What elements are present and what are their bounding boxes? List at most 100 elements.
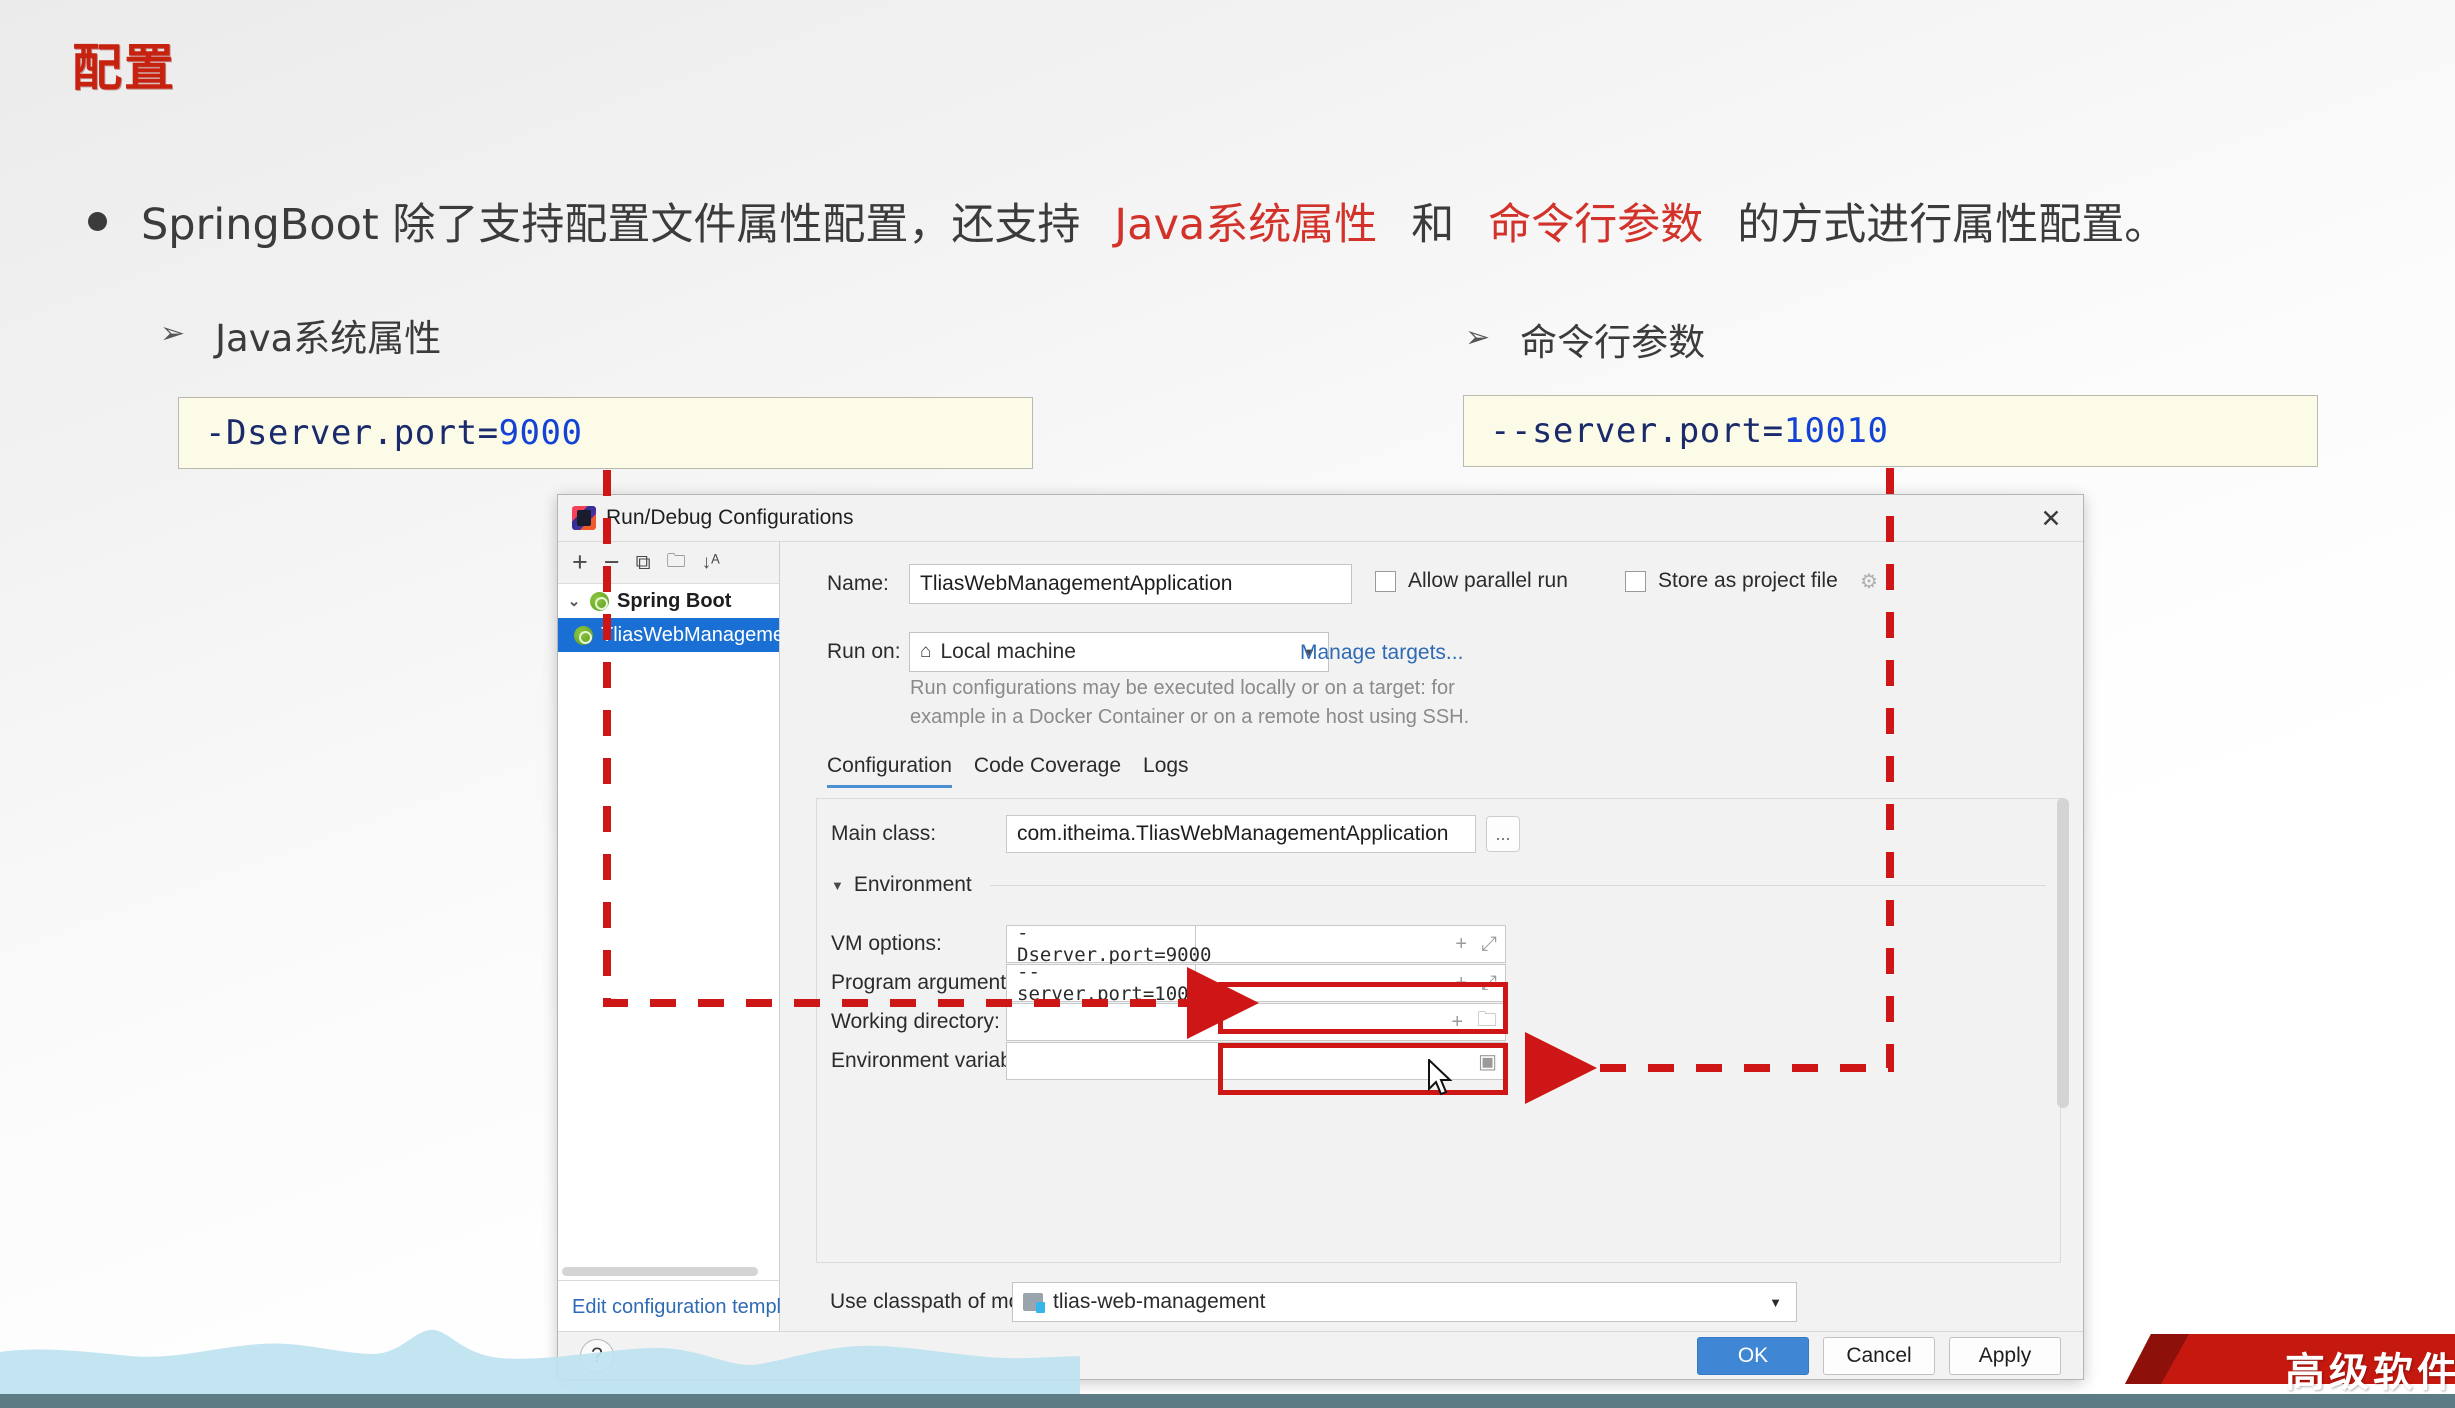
brand-text: 高级软件: [2285, 1350, 2455, 1396]
main-bullet-text-part1: SpringBoot 除了支持配置文件属性配置，还支持: [141, 200, 1081, 250]
bullet-dot-icon: [88, 211, 107, 231]
configuration-tabs: Configuration Code Coverage Logs: [827, 754, 1189, 788]
allow-parallel-run-label: Allow parallel run: [1408, 569, 1568, 592]
environment-variables-actions: ▣: [1478, 1049, 1497, 1074]
close-icon[interactable]: ✕: [2025, 499, 2077, 539]
dialog-footer: ? OK Cancel Apply: [558, 1331, 2083, 1379]
arrow-marker-icon: ➢: [160, 316, 186, 351]
tree-horizontal-scrollbar[interactable]: [562, 1267, 758, 1276]
dialog-body: + − ⧉ 🗀 ↓ᴬ ⌄ Spring Boot TliasWebManagem…: [558, 541, 2083, 1334]
minus-icon[interactable]: −: [604, 547, 620, 578]
working-directory-row: Working directory: + 🗀: [831, 1003, 1506, 1041]
code-right-value: 10010: [1783, 411, 1889, 451]
expand-icon[interactable]: ⤢: [1481, 933, 1497, 956]
triangle-down-icon[interactable]: ▼: [831, 878, 844, 893]
code-left-text: -Dserver.port=: [205, 413, 499, 453]
tree-group-label: Spring Boot: [617, 589, 732, 612]
tab-logs[interactable]: Logs: [1143, 754, 1189, 788]
save-folder-icon[interactable]: 🗀: [667, 547, 686, 579]
browse-icon[interactable]: ▣: [1478, 1049, 1497, 1074]
chevron-down-icon[interactable]: ▼: [1769, 1295, 1782, 1310]
main-class-input[interactable]: com.itheima.TliasWebManagementApplicatio…: [1006, 815, 1476, 853]
chevron-down-icon[interactable]: ⌄: [566, 592, 582, 610]
vm-options-actions: + ⤢: [1455, 933, 1497, 956]
program-arguments-input[interactable]: --server.port=10010: [1006, 961, 1211, 1005]
code-box-program-argument: --server.port= 10010: [1463, 395, 2318, 467]
main-bullet: SpringBoot 除了支持配置文件属性配置，还支持 Java系统属性 和 命…: [88, 190, 2167, 252]
footer-buttons: OK Cancel Apply: [1697, 1336, 2061, 1375]
use-classpath-of-module-select[interactable]: tlias-web-management ▼: [1012, 1282, 1797, 1322]
code-box-vm-option: -Dserver.port= 9000: [178, 397, 1033, 469]
plus-icon[interactable]: +: [572, 547, 588, 578]
main-bullet-text-mid: 和: [1411, 200, 1455, 250]
sub-bullet-left-label: Java系统属性: [215, 317, 442, 360]
form-vertical-scrollbar[interactable]: [2057, 798, 2069, 1108]
checkbox-box-icon[interactable]: [1375, 570, 1396, 592]
program-arguments-value: --server.port=10010: [1017, 961, 1212, 1005]
configuration-form-panel: Name: TliasWebManagementApplication Allo…: [780, 541, 2083, 1334]
use-classpath-of-module-row: Use classpath of module: tlias-web-manag…: [830, 1282, 1797, 1322]
apply-button[interactable]: Apply: [1949, 1336, 2061, 1375]
working-directory-label: Working directory:: [831, 1010, 1000, 1033]
plus-icon[interactable]: +: [1455, 933, 1467, 956]
environment-variables-input[interactable]: ▣: [1006, 1042, 1506, 1080]
gear-icon[interactable]: ⚙: [1860, 569, 1878, 594]
use-classpath-of-module-value: tlias-web-management: [1053, 1290, 1266, 1313]
home-icon: ⌂: [920, 641, 932, 662]
tree-item-tlias-web-management[interactable]: TliasWebManagementA: [558, 618, 814, 652]
vm-options-value: -Dserver.port=9000: [1017, 922, 1212, 966]
run-on-select[interactable]: ⌂ Local machine ▼: [909, 632, 1329, 672]
section-divider: [989, 884, 2046, 886]
vm-options-input[interactable]: -Dserver.port=9000: [1006, 922, 1211, 966]
question-mark-icon[interactable]: ?: [580, 1338, 614, 1373]
environment-variables-row: Environment variables: ▣: [831, 1042, 1506, 1080]
name-label: Name:: [827, 572, 889, 595]
sort-alphabetically-icon[interactable]: ↓ᴬ: [702, 552, 720, 574]
vm-options-row: VM options: -Dserver.port=9000: [831, 922, 1211, 966]
edit-templates-bar: Edit configuration templates...: [558, 1280, 835, 1334]
brand-banner-shape: [2125, 1334, 2455, 1384]
sub-bullet-command-line-args: ➢ 命令行参数: [1465, 312, 1705, 366]
tree-group-spring-boot[interactable]: ⌄ Spring Boot: [558, 584, 779, 618]
checkbox-box-icon[interactable]: [1625, 570, 1646, 592]
run-on-hint-text: Run configurations may be executed local…: [910, 677, 1470, 728]
use-classpath-of-module-label: Use classpath of module:: [830, 1290, 1066, 1313]
spring-boot-icon: [590, 591, 609, 611]
manage-targets-link[interactable]: Manage targets...: [1300, 641, 1463, 665]
configuration-fields-area: Main class: com.itheima.TliasWebManageme…: [816, 798, 2061, 1263]
plus-icon[interactable]: +: [1451, 1011, 1463, 1034]
spring-boot-icon: [574, 625, 593, 645]
code-left-value: 9000: [498, 413, 583, 453]
arrow-marker-icon: ➢: [1465, 320, 1491, 355]
ellipsis-icon[interactable]: ...: [1486, 816, 1520, 852]
brand-banner: 高级软件: [2115, 1326, 2455, 1398]
brand-banner-polygon: [2125, 1334, 2455, 1384]
sub-bullet-right-label: 命令行参数: [1520, 321, 1706, 364]
environment-section-header[interactable]: ▼ Environment: [831, 873, 2046, 897]
working-directory-input[interactable]: + 🗀: [1006, 1003, 1506, 1041]
store-as-project-file-checkbox[interactable]: Store as project file: [1625, 569, 1838, 593]
allow-parallel-run-checkbox[interactable]: Allow parallel run: [1375, 569, 1568, 593]
tree-toolbar: + − ⧉ 🗀 ↓ᴬ: [558, 542, 779, 584]
plus-icon[interactable]: +: [1455, 972, 1467, 995]
main-bullet-highlight-java: Java系统属性: [1114, 200, 1378, 250]
main-class-label: Main class:: [831, 822, 937, 845]
bottom-bar: [0, 1394, 2455, 1408]
environment-variables-label: Environment variables:: [831, 1049, 1045, 1072]
module-icon: [1023, 1293, 1045, 1313]
ok-button[interactable]: OK: [1697, 1336, 1809, 1375]
folder-icon[interactable]: 🗀: [1477, 1005, 1497, 1039]
brand-banner-fold: [2125, 1334, 2189, 1384]
tab-code-coverage[interactable]: Code Coverage: [974, 754, 1121, 788]
name-input[interactable]: TliasWebManagementApplication: [909, 564, 1352, 604]
program-arguments-label: Program arguments:: [831, 971, 1023, 994]
cancel-button[interactable]: Cancel: [1823, 1336, 1935, 1375]
run-on-value: Local machine: [940, 640, 1076, 663]
expand-icon[interactable]: ⤢: [1481, 972, 1497, 995]
intellij-idea-icon: [572, 506, 596, 530]
store-as-project-file-label: Store as project file: [1658, 569, 1838, 592]
copy-icon[interactable]: ⧉: [636, 551, 651, 575]
main-bullet-highlight-cmdline: 命令行参数: [1488, 200, 1704, 250]
tab-configuration[interactable]: Configuration: [827, 754, 952, 788]
run-on-label: Run on:: [827, 640, 901, 663]
